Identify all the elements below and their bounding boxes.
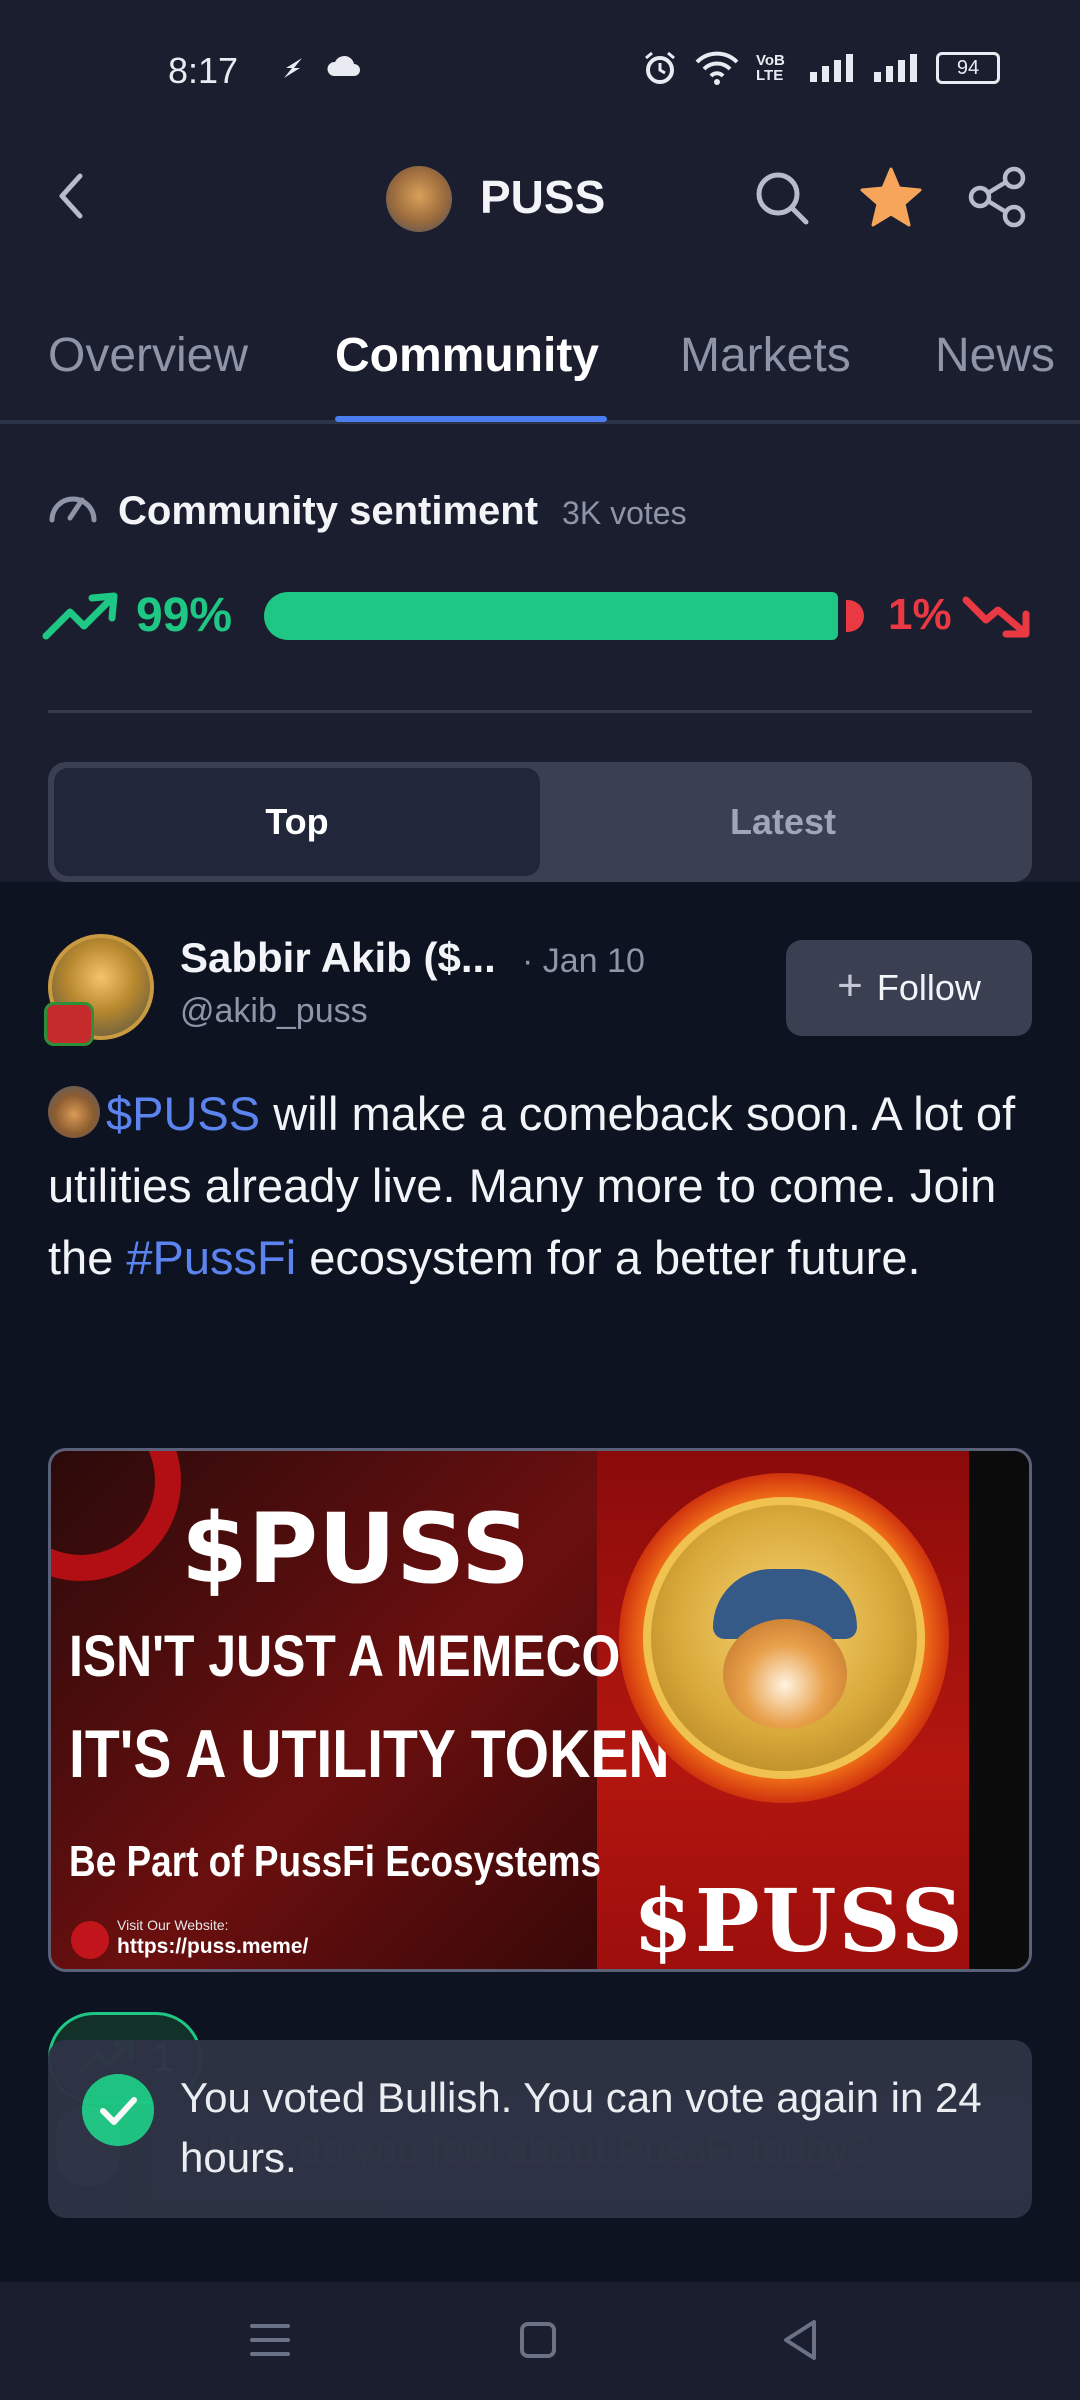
coin-name: PUSS: [480, 171, 606, 223]
image-line1: ISN'T JUST A MEMECOIN: [69, 1624, 671, 1689]
post-author[interactable]: Sabbir Akib ($...: [180, 934, 496, 982]
network-label: VoB LTE: [756, 52, 785, 84]
active-tab-indicator: [335, 416, 607, 422]
coin-header: PUSS: [0, 140, 1080, 260]
cloud-icon: [327, 55, 360, 76]
follow-label: Follow: [876, 967, 981, 1008]
cashtag-link[interactable]: $PUSS: [106, 1087, 260, 1140]
sentiment-votes: 3K votes: [562, 495, 687, 531]
recent-apps-icon[interactable]: [240, 2312, 300, 2368]
search-icon[interactable]: [752, 168, 812, 228]
cat-face-graphic: [723, 1619, 847, 1729]
status-time: 8:17: [168, 50, 239, 91]
bullish-bar: [264, 592, 838, 640]
feed-sort-toggle: Top Latest: [48, 762, 1032, 882]
hashtag-link[interactable]: #PussFi: [126, 1231, 296, 1284]
image-line3: Be Part of PussFi Ecosystems: [69, 1837, 602, 1886]
status-bar: 8:17 VoB LTE 94: [0, 0, 1080, 140]
image-title: $PUSS: [181, 1493, 531, 1605]
community-sentiment: Community sentiment 3K votes 99% 1%: [42, 488, 1032, 642]
coin-tabs: Overview Community Markets News: [0, 300, 1080, 424]
tab-markets[interactable]: Markets: [680, 328, 851, 383]
status-notification-icons: [278, 54, 362, 82]
sentiment-bar-row: 99% 1%: [42, 584, 1032, 648]
status-system-icons: VoB LTE 94: [642, 50, 1000, 86]
post-handle[interactable]: @akib_puss: [180, 992, 368, 1031]
gauge-icon: [49, 496, 97, 523]
signal-icon-2: [874, 54, 917, 82]
alarm-icon: [645, 51, 675, 84]
signal-icon: [810, 54, 853, 82]
cat-emoji-icon: [48, 1086, 100, 1138]
section-divider: [48, 710, 1032, 713]
home-icon[interactable]: [508, 2312, 568, 2368]
post-text-part2: ecosystem for a better future.: [296, 1231, 921, 1284]
image-decor-arc: [51, 1451, 181, 1581]
sort-latest-button[interactable]: Latest: [540, 768, 1026, 876]
avatar-badge: [44, 1002, 94, 1046]
image-dark-strip: [969, 1451, 1029, 1969]
toast-message: You voted Bullish. You can vote again in…: [180, 2074, 982, 2181]
back-arrow-icon[interactable]: [48, 168, 96, 224]
tab-community[interactable]: Community: [335, 328, 599, 383]
image-website-url: https://puss.meme/: [117, 1935, 309, 1958]
bearish-bar: [846, 600, 864, 632]
coin-logo: [386, 166, 452, 232]
sentiment-title: Community sentiment: [118, 489, 539, 533]
share-icon[interactable]: [966, 166, 1028, 228]
post-body: $PUSS will make a comeback soon. A lot o…: [48, 1078, 1032, 1294]
sentiment-bar: [264, 592, 864, 640]
battery-indicator: 94: [936, 52, 1000, 84]
app-notification-icon: [284, 58, 302, 78]
follow-button[interactable]: + Follow: [786, 940, 1032, 1036]
globe-icon: [71, 1921, 109, 1959]
plus-icon: +: [837, 961, 863, 1010]
vote-toast: You voted Bullish. You can vote again in…: [48, 2040, 1032, 2218]
bearish-percent: 1%: [888, 590, 952, 639]
image-line2: IT'S A UTILITY TOKEN: [69, 1716, 670, 1792]
system-nav-bar: [0, 2282, 1080, 2400]
post-image[interactable]: $PUSS ISN'T JUST A MEMECOIN IT'S A UTILI…: [48, 1448, 1032, 1972]
image-coin-text: $PUSS: [633, 1871, 965, 1972]
check-icon: [82, 2074, 154, 2146]
post-date: · Jan 10: [522, 942, 645, 980]
sort-top-button[interactable]: Top: [54, 768, 540, 876]
tab-news[interactable]: News: [935, 328, 1055, 383]
bullish-percent: 99%: [136, 589, 233, 642]
wifi-icon: [695, 51, 739, 85]
image-website-label: Visit Our Website:: [117, 1917, 229, 1933]
trending-down-icon: [962, 596, 1030, 638]
tab-overview[interactable]: Overview: [48, 328, 248, 383]
nav-back-icon[interactable]: [772, 2312, 832, 2368]
trending-up-icon: [42, 592, 118, 640]
star-icon[interactable]: [858, 164, 924, 230]
